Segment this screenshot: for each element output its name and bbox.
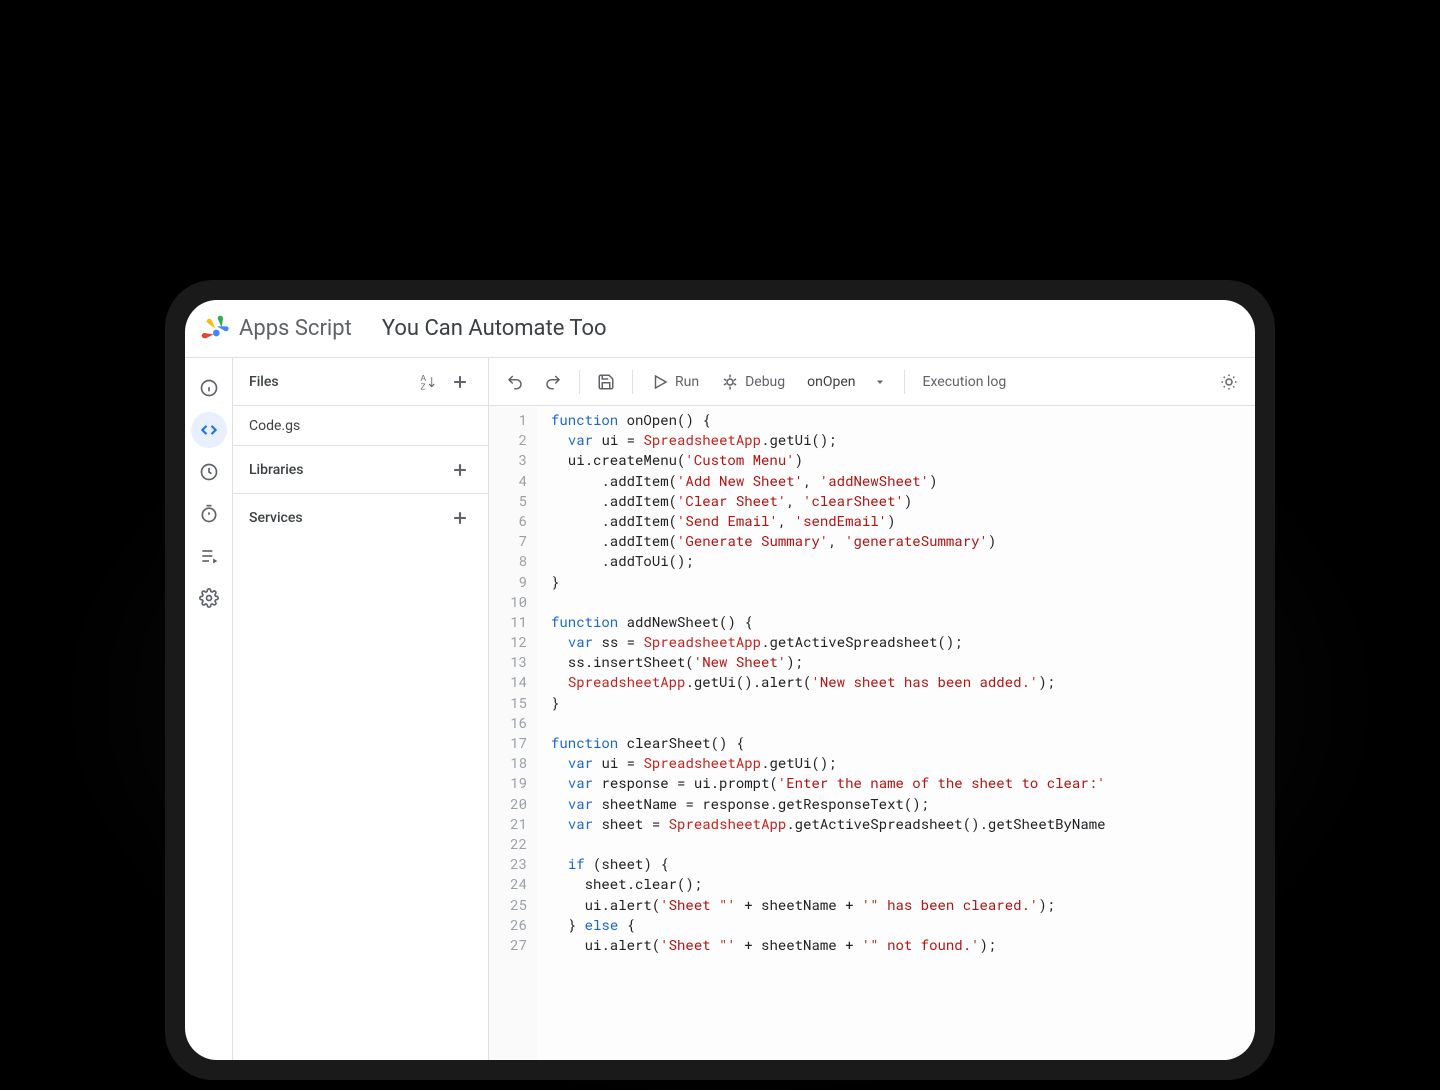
add-file-button[interactable] xyxy=(444,366,476,398)
save-button[interactable] xyxy=(588,364,624,400)
sort-files-button[interactable]: AZ xyxy=(412,366,444,398)
run-button[interactable]: Run xyxy=(641,364,709,400)
libraries-label: Libraries xyxy=(249,462,444,478)
chevron-down-icon xyxy=(874,376,886,388)
code-editor[interactable]: 1234567891011121314151617181920212223242… xyxy=(489,406,1255,1060)
debug-button[interactable]: Debug xyxy=(711,364,795,400)
apps-script-logo-icon xyxy=(199,313,231,345)
project-title[interactable]: You Can Automate Too xyxy=(382,316,607,341)
add-library-button[interactable] xyxy=(444,454,476,486)
redo-button[interactable] xyxy=(535,364,571,400)
libraries-header: Libraries xyxy=(233,446,488,494)
execution-log-button[interactable]: Execution log xyxy=(913,364,1017,400)
file-code-gs[interactable]: Code.gs xyxy=(233,406,488,446)
tablet-frame: Apps Script You Can Automate Too xyxy=(165,280,1275,1080)
editor-toolbar: Run Debug onOpen Execution log xyxy=(489,358,1255,406)
files-header: Files AZ xyxy=(233,358,488,406)
services-header: Services xyxy=(233,494,488,542)
svg-text:Z: Z xyxy=(421,381,426,391)
product-name: Apps Script xyxy=(239,316,352,341)
files-sidebar: Files AZ Code.gs Libraries Servi xyxy=(233,358,489,1060)
screen: Apps Script You Can Automate Too xyxy=(185,300,1255,1060)
nav-settings[interactable] xyxy=(191,580,227,616)
selected-function: onOpen xyxy=(807,374,855,390)
separator xyxy=(579,370,580,394)
line-gutter: 1234567891011121314151617181920212223242… xyxy=(489,406,537,1060)
nav-overview[interactable] xyxy=(191,370,227,406)
undo-button[interactable] xyxy=(497,364,533,400)
nav-executions[interactable] xyxy=(191,496,227,532)
add-service-button[interactable] xyxy=(444,502,476,534)
services-label: Services xyxy=(249,510,444,526)
separator xyxy=(632,370,633,394)
nav-execution-log[interactable] xyxy=(191,538,227,574)
execution-log-label: Execution log xyxy=(923,374,1007,390)
run-label: Run xyxy=(675,374,699,390)
debug-label: Debug xyxy=(745,374,785,390)
nav-editor[interactable] xyxy=(191,412,227,448)
function-selector[interactable]: onOpen xyxy=(797,374,895,390)
nav-triggers[interactable] xyxy=(191,454,227,490)
files-label: Files xyxy=(249,374,412,390)
code-content[interactable]: function onOpen() { var ui = Spreadsheet… xyxy=(537,406,1255,1060)
editor-panel: Run Debug onOpen Execution log xyxy=(489,358,1255,1060)
theme-toggle-button[interactable] xyxy=(1211,364,1247,400)
app-header: Apps Script You Can Automate Too xyxy=(185,300,1255,358)
separator xyxy=(904,370,905,394)
left-nav-rail xyxy=(185,358,233,1060)
